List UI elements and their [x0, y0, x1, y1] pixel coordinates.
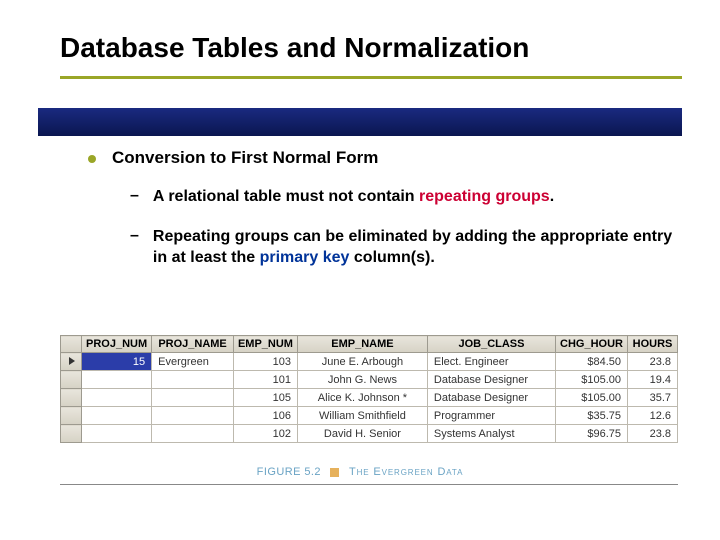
cell: 19.4	[628, 371, 678, 389]
sub-bullet-1-text: A relational table must not contain repe…	[153, 186, 554, 208]
cell: $105.00	[556, 371, 628, 389]
sub1-part-b: repeating groups	[419, 188, 550, 205]
cell: Evergreen	[152, 353, 234, 371]
figure-caption: FIGURE 5.2 The Evergreen Data	[0, 466, 720, 478]
cell: Programmer	[427, 407, 555, 425]
cell: Database Designer	[427, 371, 555, 389]
table-row: 106William SmithfieldProgrammer$35.7512.…	[61, 407, 678, 425]
col-emp-num: EMP_NUM	[233, 336, 297, 353]
sub-bullet-2-text: Repeating groups can be eliminated by ad…	[153, 226, 678, 269]
cell: 23.8	[628, 425, 678, 443]
row-selector[interactable]	[61, 353, 82, 371]
sub-bullet-2: – Repeating groups can be eliminated by …	[130, 226, 678, 269]
cell	[152, 389, 234, 407]
cell	[152, 425, 234, 443]
cell: June E. Arbough	[297, 353, 427, 371]
row-selector[interactable]	[61, 389, 82, 407]
sub1-part-c: .	[550, 188, 554, 205]
cell: John G. News	[297, 371, 427, 389]
sub2-part-b: primary key	[260, 249, 350, 266]
cell: William Smithfield	[297, 407, 427, 425]
dash-icon: –	[130, 187, 139, 205]
cell: Systems Analyst	[427, 425, 555, 443]
table-row: 15Evergreen103June E. ArboughElect. Engi…	[61, 353, 678, 371]
table-row: 105Alice K. Johnson *Database Designer$1…	[61, 389, 678, 407]
sub1-part-a: A relational table must not contain	[153, 188, 419, 205]
sub2-part-c: column(s).	[349, 249, 434, 266]
title-underline	[60, 76, 682, 79]
data-table: PROJ_NUM PROJ_NAME EMP_NUM EMP_NAME JOB_…	[60, 335, 678, 443]
cell: 103	[233, 353, 297, 371]
cell: 35.7	[628, 389, 678, 407]
col-proj-num: PROJ_NUM	[82, 336, 152, 353]
header-bar	[38, 108, 682, 136]
col-chg-hour: CHG_HOUR	[556, 336, 628, 353]
bottom-rule	[60, 484, 678, 485]
cell: David H. Senior	[297, 425, 427, 443]
cell: Alice K. Johnson *	[297, 389, 427, 407]
cell: 105	[233, 389, 297, 407]
cell	[82, 407, 152, 425]
col-job-class: JOB_CLASS	[427, 336, 555, 353]
cell: $96.75	[556, 425, 628, 443]
cell: 101	[233, 371, 297, 389]
cell	[82, 389, 152, 407]
cell	[82, 371, 152, 389]
cell: 12.6	[628, 407, 678, 425]
cell: 106	[233, 407, 297, 425]
corner-cell	[61, 336, 82, 353]
cell	[152, 407, 234, 425]
cell: 102	[233, 425, 297, 443]
square-icon	[330, 468, 339, 477]
bullet-1-text: Conversion to First Normal Form	[112, 148, 378, 168]
figure-text: The Evergreen Data	[349, 466, 463, 478]
table-header-row: PROJ_NUM PROJ_NAME EMP_NUM EMP_NAME JOB_…	[61, 336, 678, 353]
col-emp-name: EMP_NAME	[297, 336, 427, 353]
sub-bullet-1: – A relational table must not contain re…	[130, 186, 678, 208]
table-row: 101John G. NewsDatabase Designer$105.001…	[61, 371, 678, 389]
cell	[152, 371, 234, 389]
cell: 15	[82, 353, 152, 371]
content-block: Conversion to First Normal Form – A rela…	[88, 148, 678, 269]
cell	[82, 425, 152, 443]
dash-icon: –	[130, 227, 139, 245]
cell: $84.50	[556, 353, 628, 371]
row-selector[interactable]	[61, 371, 82, 389]
cell: Elect. Engineer	[427, 353, 555, 371]
cell: 23.8	[628, 353, 678, 371]
col-proj-name: PROJ_NAME	[152, 336, 234, 353]
row-selector[interactable]	[61, 407, 82, 425]
row-selector[interactable]	[61, 425, 82, 443]
col-hours: HOURS	[628, 336, 678, 353]
cell: Database Designer	[427, 389, 555, 407]
cell: $35.75	[556, 407, 628, 425]
bullet-1: Conversion to First Normal Form	[88, 148, 678, 168]
cell: $105.00	[556, 389, 628, 407]
figure-number: FIGURE 5.2	[257, 466, 321, 478]
disc-icon	[88, 155, 96, 163]
page-title: Database Tables and Normalization	[0, 0, 720, 64]
table-row: 102David H. SeniorSystems Analyst$96.752…	[61, 425, 678, 443]
